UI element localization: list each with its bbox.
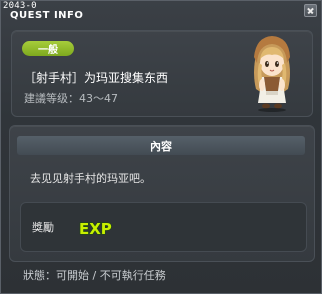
category-badge: 一般 [22, 41, 74, 56]
reward-label: 獎勵 [32, 221, 54, 234]
quest-status: 狀態：可開始 / 不可執行任務 [23, 269, 166, 282]
npc-portrait-icon [254, 36, 290, 112]
content-header: 內容 [17, 136, 305, 155]
title-bar[interactable]: 2043-0 QUEST INFO [1, 1, 321, 21]
window-title: QUEST INFO [10, 10, 84, 21]
exp-reward-icon[interactable]: EXP [78, 213, 114, 241]
quest-title: ［射手村］为玛亚搜集东西 [24, 71, 169, 85]
quest-description: 去见见射手村的玛亚吧。 [30, 172, 151, 185]
exp-reward-text: EXP [79, 220, 112, 238]
quest-info-window: 2043-0 QUEST INFO 一般 ［射手村］为玛亚搜集东西 建議等级：4… [0, 0, 322, 294]
close-button[interactable] [304, 4, 317, 17]
quest-summary-panel: 一般 ［射手村］为玛亚搜集东西 建議等级：43～47 [11, 30, 313, 117]
reward-box: 獎勵 EXP [20, 202, 307, 252]
recommended-level: 建議等级：43～47 [24, 92, 118, 105]
quest-detail-panel: 內容 去见见射手村的玛亚吧。 獎勵 EXP [9, 125, 315, 262]
